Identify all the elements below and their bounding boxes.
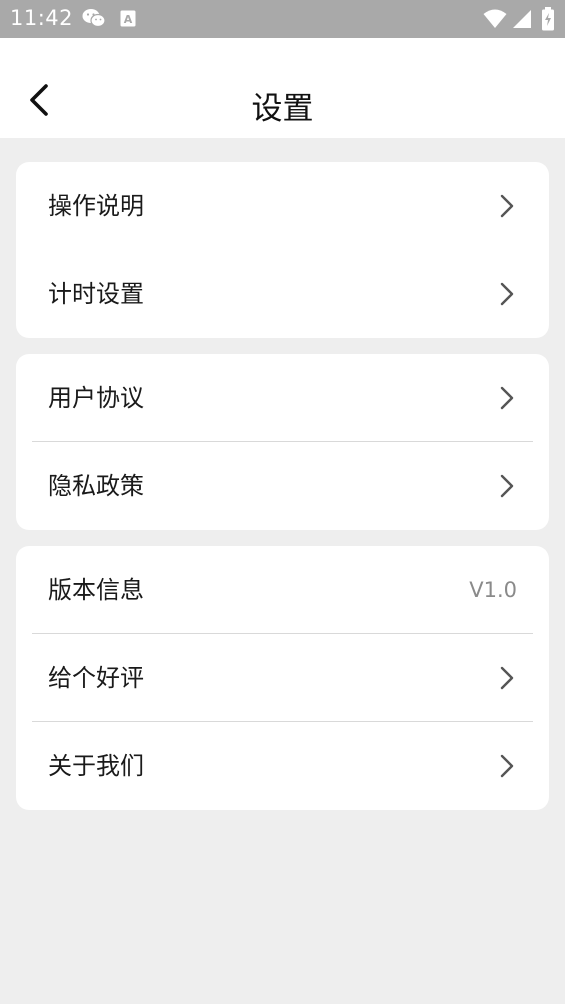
settings-item-label: 用户协议 xyxy=(48,384,144,412)
settings-group-2: 用户协议 隐私政策 xyxy=(16,354,549,530)
settings-item-label: 给个好评 xyxy=(48,664,144,692)
chevron-right-icon xyxy=(500,754,514,778)
status-time: 11:42 xyxy=(10,6,74,30)
settings-item-label: 隐私政策 xyxy=(48,472,144,500)
settings-group-3: 版本信息 V1.0 给个好评 关于我们 xyxy=(16,546,549,810)
status-bar: 11:42 A xyxy=(0,0,565,38)
chevron-right-icon xyxy=(500,666,514,690)
chevron-right-icon xyxy=(500,282,514,306)
settings-item-privacy-policy[interactable]: 隐私政策 xyxy=(16,442,549,530)
wifi-icon xyxy=(483,9,507,33)
svg-text:A: A xyxy=(124,13,133,26)
app-header: 设置 xyxy=(0,38,565,138)
settings-item-rate[interactable]: 给个好评 xyxy=(16,634,549,722)
chevron-right-icon xyxy=(500,194,514,218)
settings-item-label: 版本信息 xyxy=(48,576,144,604)
settings-item-timer[interactable]: 计时设置 xyxy=(16,250,549,338)
page-title: 设置 xyxy=(251,91,314,127)
version-value: V1.0 xyxy=(469,578,517,602)
settings-item-about[interactable]: 关于我们 xyxy=(16,722,549,810)
settings-item-label: 关于我们 xyxy=(48,752,144,780)
settings-item-instructions[interactable]: 操作说明 xyxy=(16,162,549,250)
signal-icon xyxy=(512,9,532,33)
wechat-icon xyxy=(82,8,106,32)
battery-icon xyxy=(541,7,555,35)
settings-item-version: 版本信息 V1.0 xyxy=(16,546,549,634)
settings-item-label: 操作说明 xyxy=(48,192,144,220)
chevron-right-icon xyxy=(500,386,514,410)
chevron-right-icon xyxy=(500,474,514,498)
settings-group-1: 操作说明 计时设置 xyxy=(16,162,549,338)
accessibility-icon: A xyxy=(120,10,136,31)
settings-item-label: 计时设置 xyxy=(48,280,144,308)
settings-item-user-agreement[interactable]: 用户协议 xyxy=(16,354,549,442)
